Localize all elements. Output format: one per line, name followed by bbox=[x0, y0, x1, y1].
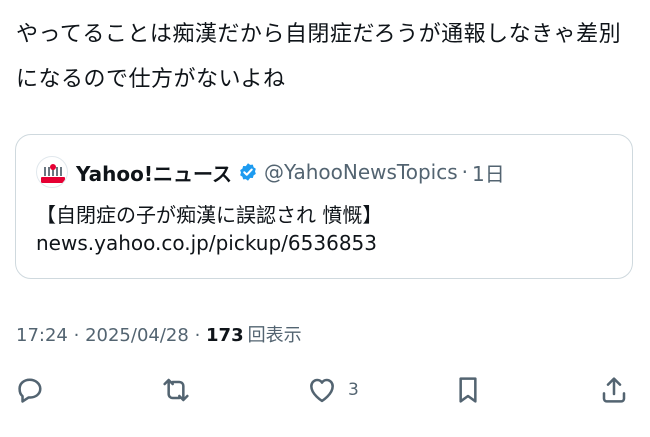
tweet-text: やってることは痴漢だから自閉症だろうが通報しなきゃ差別になるので仕方がないよね bbox=[16, 22, 622, 92]
bookmark-button[interactable] bbox=[452, 368, 484, 412]
meta-separator: · bbox=[73, 325, 80, 346]
yahoo-news-avatar[interactable] bbox=[36, 156, 68, 188]
action-bar: 3 bbox=[0, 368, 650, 412]
verified-badge-icon bbox=[238, 162, 258, 182]
bookmark-icon bbox=[459, 377, 477, 403]
quote-link[interactable]: news.yahoo.co.jp/pickup/6536853 bbox=[36, 231, 377, 255]
like-count: 3 bbox=[348, 380, 359, 400]
meta-time[interactable]: 17:24 bbox=[16, 325, 68, 346]
like-button[interactable]: 3 bbox=[306, 368, 359, 412]
views-label: 回表示 bbox=[247, 325, 302, 346]
views-count[interactable]: 173 bbox=[206, 325, 244, 346]
quote-dot-separator: · bbox=[461, 160, 468, 184]
quote-author-name[interactable]: Yahoo!ニュース bbox=[76, 158, 232, 187]
meta-separator: · bbox=[194, 325, 201, 346]
retweet-button[interactable] bbox=[160, 368, 192, 412]
quote-author-handle[interactable]: @YahooNewsTopics bbox=[264, 160, 458, 184]
retweet-icon bbox=[163, 378, 189, 402]
reply-icon bbox=[18, 378, 42, 403]
reply-button[interactable] bbox=[14, 368, 46, 412]
meta-date[interactable]: 2025/04/28 bbox=[85, 325, 189, 346]
share-button[interactable] bbox=[598, 368, 630, 412]
share-icon bbox=[602, 377, 626, 403]
quote-timestamp[interactable]: 1日 bbox=[472, 158, 505, 187]
quote-headline: 【自閉症の子が痴漢に誤認され 憤慨】 bbox=[36, 203, 383, 227]
quote-header: Yahoo!ニュース @YahooNewsTopics · 1日 bbox=[36, 156, 505, 188]
heart-icon bbox=[310, 378, 334, 403]
quote-card[interactable]: Yahoo!ニュース @YahooNewsTopics · 1日 【自閉症の子が… bbox=[15, 134, 633, 279]
tweet-meta: 17:24 · 2025/04/28 · 173 回表示 bbox=[16, 321, 302, 347]
